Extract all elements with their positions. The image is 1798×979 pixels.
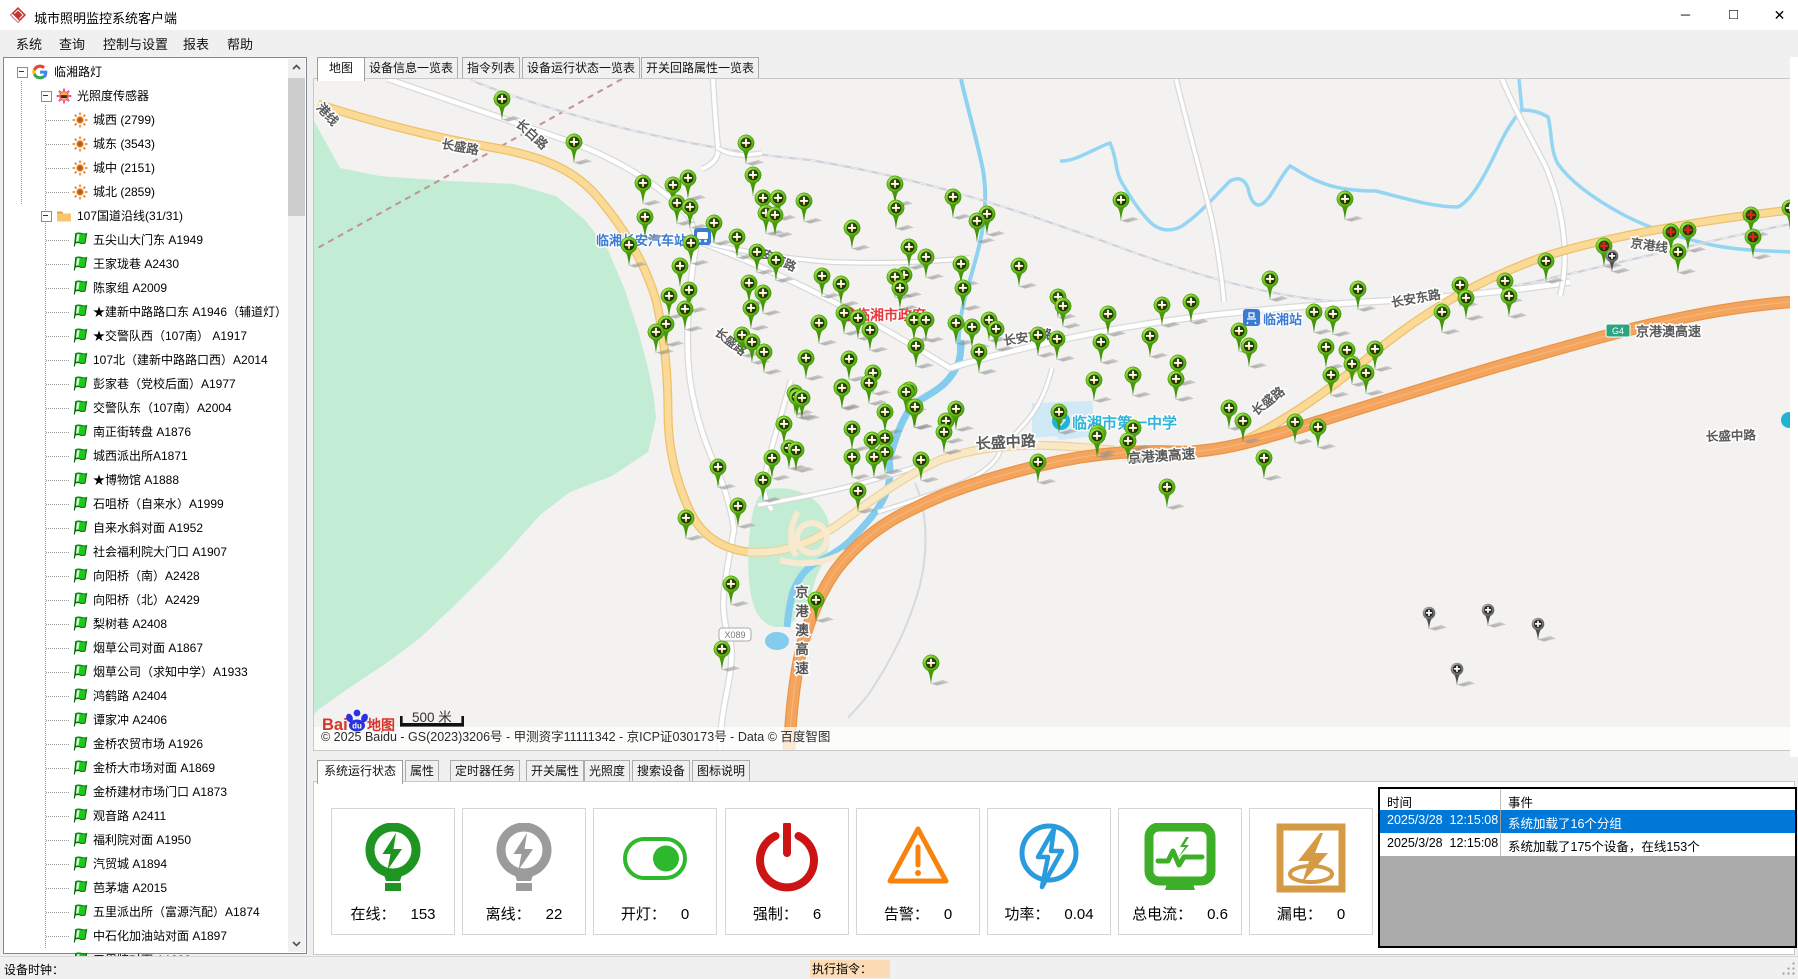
svg-text:临湘长安汽车站: 临湘长安汽车站 [596,233,687,248]
svg-text:高: 高 [795,641,809,657]
svg-text:X089: X089 [724,630,745,640]
svg-text:长盛中路: 长盛中路 [975,432,1037,453]
svg-text:Bai: Bai [322,716,348,734]
svg-text:京港澳高速: 京港澳高速 [1636,324,1701,339]
svg-text:500 米: 500 米 [412,710,452,725]
svg-text:速: 速 [795,660,809,676]
svg-text:临湘站: 临湘站 [1263,312,1302,327]
svg-text:澳: 澳 [795,622,809,638]
svg-text:临湘市第一中学: 临湘市第一中学 [1072,414,1177,432]
svg-text:G4: G4 [1612,326,1624,336]
svg-text:长盛中路: 长盛中路 [1706,427,1757,444]
svg-text:du: du [352,722,362,731]
svg-text:© 2025 Baidu - GS(2023)3206号 -: © 2025 Baidu - GS(2023)3206号 - 甲测资字11111… [321,729,830,744]
svg-text:京: 京 [795,584,809,600]
svg-text:地图: 地图 [367,717,395,733]
svg-text:港: 港 [795,603,809,619]
